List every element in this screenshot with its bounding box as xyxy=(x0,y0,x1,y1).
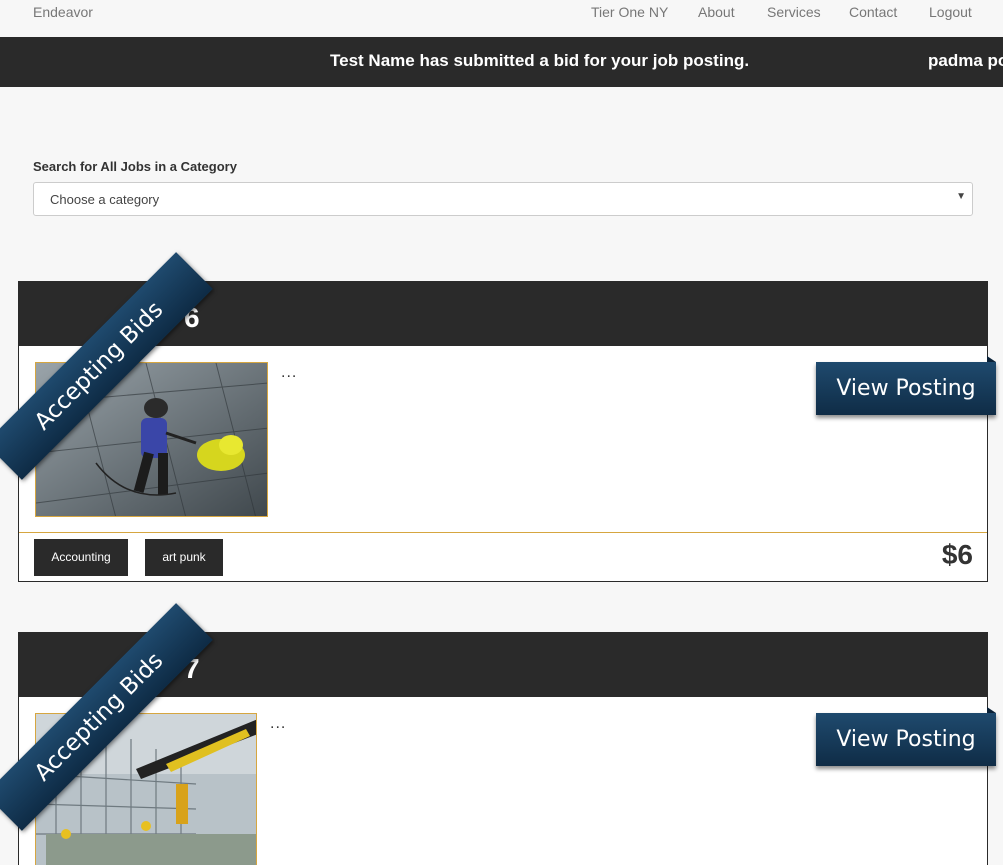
nav-link-contact[interactable]: Contact xyxy=(849,4,897,20)
ticker-message: Test Name has submitted a bid for your j… xyxy=(330,51,750,70)
tag-art-punk[interactable]: art punk xyxy=(145,539,223,576)
notification-ticker: Test Name has submitted a bid for your j… xyxy=(0,37,1003,87)
job-photo xyxy=(36,714,256,865)
job-image-construction[interactable] xyxy=(35,713,257,865)
job-card-footer: Accounting art punk $6 xyxy=(19,532,987,581)
nav-link-about[interactable]: About xyxy=(698,4,735,20)
job-number: 7 xyxy=(184,653,200,684)
job-number: 6 xyxy=(184,302,200,333)
category-select[interactable]: Choose a category ▼ xyxy=(33,182,973,216)
nav-link-services[interactable]: Services xyxy=(767,4,821,20)
dropdown-arrow-icon: ▼ xyxy=(956,191,966,202)
job-description: ... xyxy=(270,715,287,732)
job-photo xyxy=(36,363,267,516)
view-posting-button[interactable]: View Posting xyxy=(816,356,996,415)
job-price: $6 xyxy=(941,539,973,570)
nav-link-tier-one-ny[interactable]: Tier One NY xyxy=(591,4,668,20)
ticker-message: padma po xyxy=(928,51,1003,70)
brand-link[interactable]: Endeavor xyxy=(33,4,93,20)
category-select-value: Choose a category xyxy=(50,192,160,207)
category-search-label: Search for All Jobs in a Category xyxy=(33,159,237,174)
job-card-header: 7 xyxy=(19,633,987,697)
job-card-header: 6 xyxy=(19,282,987,346)
top-navbar: Endeavor Tier One NY About Services Cont… xyxy=(0,0,1003,37)
job-card: 7 ... View Posting Accepting Bids xyxy=(0,603,996,865)
job-image-floor-cleaning[interactable] xyxy=(35,362,268,517)
view-posting-button[interactable]: View Posting xyxy=(816,707,996,766)
nav-link-logout[interactable]: Logout xyxy=(929,4,972,20)
job-card: 6 ... View Posting Accounting art punk $… xyxy=(0,252,996,582)
tag-accounting[interactable]: Accounting xyxy=(34,539,128,576)
job-description: ... xyxy=(281,364,298,381)
